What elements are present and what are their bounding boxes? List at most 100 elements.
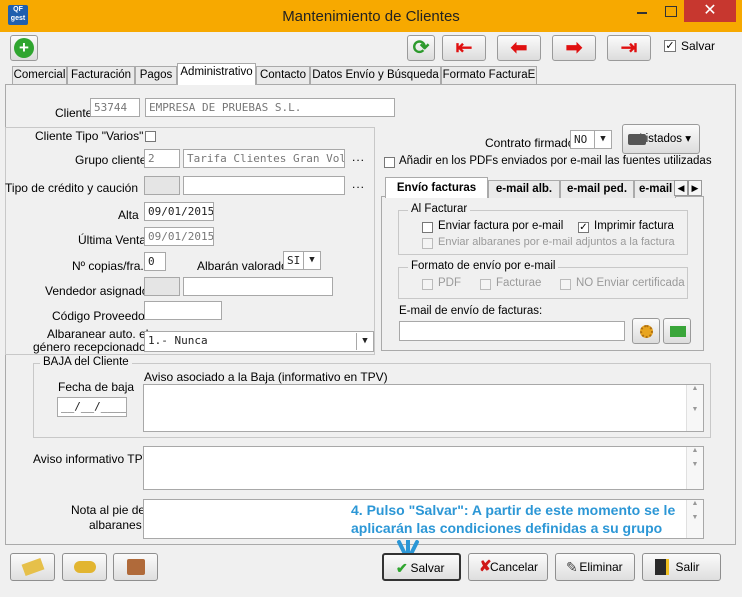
bottom-tool-button-2[interactable] [62,553,107,581]
ultima-venta-label: Última Venta [78,233,147,247]
subtab-envio-facturas[interactable]: Envío facturas [385,177,488,198]
next-record-button[interactable]: ➡ [552,35,596,61]
aviso-baja-textarea[interactable]: ▲ ▼ [143,384,704,432]
anadir-pdf-checkbox[interactable] [384,157,395,168]
alta-label: Alta [118,208,139,222]
enviar-albaranes-checkbox[interactable] [422,238,433,249]
chevron-down-icon: ▼ [594,131,611,148]
no-enviar-certificada-checkbox[interactable] [560,279,571,290]
cancel-button-label: Cancelar [489,560,539,574]
exit-button[interactable]: Salir [642,553,721,581]
cliente-code-field[interactable]: 53744 [90,98,140,117]
contrato-value: NO [574,133,588,146]
credito-name-field[interactable] [183,176,345,195]
email-settings-button[interactable] [632,318,660,344]
tab-administrativo[interactable]: Administrativo [177,63,256,85]
close-icon: ✕ [703,2,717,19]
email-facturas-field[interactable] [399,321,625,341]
aviso-tpv-textarea[interactable]: ▲ ▼ [143,446,704,490]
tab-formato-facturae[interactable]: Formato FacturaE [441,66,537,84]
email-send-button[interactable] [663,318,691,344]
vendedor-label: Vendedor asignado [45,284,149,298]
contrato-select[interactable]: NO ▼ [570,130,612,149]
credito-browse-button[interactable]: ... [352,177,365,191]
contrato-label: Contrato firmado [485,136,575,150]
enviar-factura-checkbox[interactable] [422,222,433,233]
grupo-code-field[interactable]: 2 [144,149,180,168]
imprimir-check-mark: ✓ [579,222,588,233]
salvar-checkbox-label: Salvar [681,39,716,53]
add-icon-glyph: + [19,38,29,57]
tab-datos-envio[interactable]: Datos Envío y Búsqueda [310,66,441,84]
no-enviar-certificada-label: NO Enviar certificada [576,277,685,289]
refresh-button[interactable]: ⟳ [407,35,435,61]
bottom-tool-button-1[interactable] [10,553,55,581]
cancel-button[interactable]: ✘ Cancelar [468,553,548,581]
printer-icon [628,134,646,145]
alta-field[interactable]: 09/01/2015 [144,202,214,221]
previous-record-icon: ⬅ [510,37,528,59]
add-button[interactable]: + [10,35,38,61]
imprimir-factura-label: Imprimir factura [594,220,674,232]
close-button[interactable]: ✕ [684,0,736,22]
save-button-label: Salvar [410,561,445,575]
albaranear-select[interactable]: 1.- Nunca ▼ [144,331,374,352]
vendedor-code-field[interactable] [144,277,180,296]
subtab-scroll-left[interactable]: ◀ [674,180,688,196]
send-icon [670,326,686,337]
aviso-baja-scrollbar[interactable]: ▲ ▼ [686,385,703,431]
subtab-scroll-right[interactable]: ▶ [688,180,702,196]
albaranear-label-1: Albaranear auto. el [47,327,149,341]
cancel-x-icon: ✘ [479,558,492,575]
minimize-button[interactable] [628,0,656,22]
previous-record-button[interactable]: ⬅ [497,35,541,61]
copias-field[interactable]: 0 [144,252,166,271]
tutorial-annotation-line-1: 4. Pulso "Salvar": A partir de este mome… [351,502,676,518]
vendedor-name-field[interactable] [183,277,333,296]
subtab-email-ped[interactable]: e-mail ped. [560,180,634,198]
subtab-email-more[interactable]: e-mail [634,180,676,198]
codigo-proveedor-label: Código Proveedor [52,309,149,323]
cliente-label: Cliente [55,106,93,120]
last-record-icon: ⇥ [620,37,638,59]
grupo-name-field[interactable]: Tarifa Clientes Gran Volum [183,149,345,168]
save-button[interactable]: ✔ Salvar [382,553,461,581]
tipo-varios-checkbox[interactable] [145,131,156,142]
door-exit-icon [655,559,669,575]
delete-button[interactable]: ✎ Eliminar [555,553,635,581]
bottom-tool-button-3[interactable] [113,553,158,581]
nota-pie-scrollbar[interactable]: ▲ ▼ [686,500,703,538]
fecha-baja-field[interactable]: __/__/____ [57,397,127,417]
nota-pie-label-1: Nota al pie de [71,503,146,517]
add-icon: + [14,38,34,58]
cliente-name-field[interactable]: EMPRESA DE PRUEBAS S.L. [145,98,395,117]
first-record-button[interactable]: ⇤ [442,35,486,61]
tab-facturacion[interactable]: Facturación [67,66,135,84]
tab-contacto[interactable]: Contacto [256,66,310,84]
albaran-valorado-select[interactable]: SI ▼ [283,251,321,270]
aviso-tpv-scrollbar[interactable]: ▲ ▼ [686,447,703,489]
enviar-albaranes-label: Enviar albaranes por e-mail adjuntos a l… [438,236,675,248]
tab-comercial[interactable]: Comercial [12,66,67,84]
tipo-varios-label: Cliente Tipo "Varios" [35,129,144,143]
albaran-valorado-value: SI [287,254,301,267]
albaranear-value: 1.- Nunca [148,334,208,347]
exit-button-label: Salir [675,560,700,574]
subtab-email-alb[interactable]: e-mail alb. [488,180,560,198]
credito-code-field[interactable] [144,176,180,195]
tab-pagos[interactable]: Pagos [135,66,177,84]
imprimir-factura-checkbox[interactable]: ✓ [578,222,589,233]
codigo-proveedor-field[interactable] [144,301,222,320]
grupo-browse-button[interactable]: ... [352,150,365,164]
pdf-checkbox[interactable] [422,279,433,290]
listados-button[interactable]: Listados ▾ [622,124,700,154]
first-record-icon: ⇤ [455,37,473,59]
facturae-checkbox[interactable] [480,279,491,290]
ultima-venta-field[interactable]: 09/01/2015 [144,227,214,246]
email-facturas-label: E-mail de envío de facturas: [399,305,543,317]
maximize-button[interactable] [656,0,684,22]
salvar-checkbox[interactable]: ✓ [664,40,676,52]
coins-icon [74,561,96,573]
refresh-icon: ⟳ [412,37,430,59]
last-record-button[interactable]: ⇥ [607,35,651,61]
